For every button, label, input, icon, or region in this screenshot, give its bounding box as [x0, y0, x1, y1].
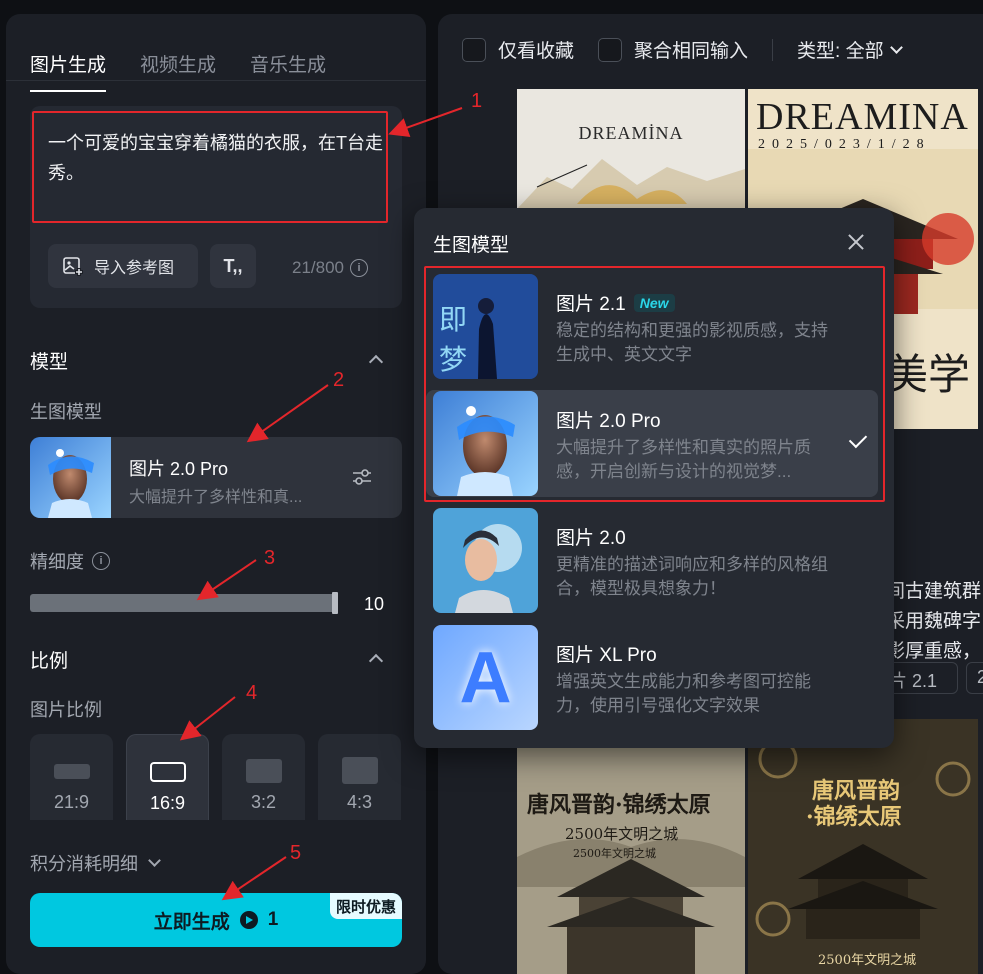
annotation-label: 1 [471, 90, 483, 112]
annotation-label: 4 [246, 682, 258, 704]
annotation-label: 2 [333, 369, 345, 391]
annotation-label: 3 [264, 547, 276, 569]
annotation-label: 5 [290, 842, 302, 864]
annotation-arrows [179, 107, 463, 901]
